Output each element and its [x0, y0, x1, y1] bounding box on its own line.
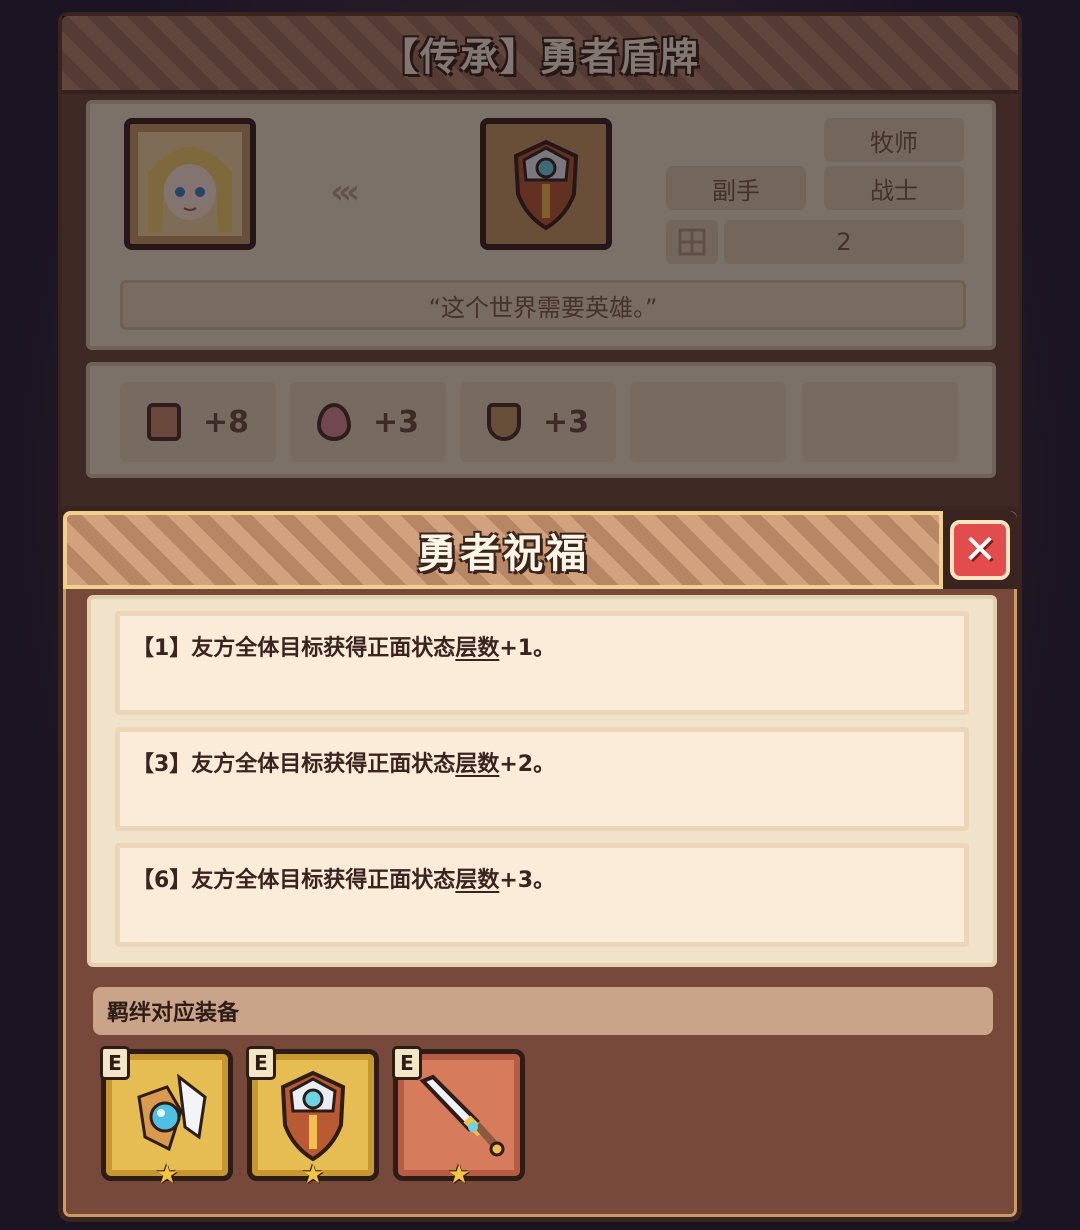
- stat-health-value: +3: [372, 404, 419, 440]
- item-title-banner: 【传承】勇者盾牌: [62, 16, 1018, 94]
- equipment-slot-3[interactable]: E ★: [392, 1046, 525, 1190]
- equipment-slot-1[interactable]: E ★: [100, 1046, 233, 1190]
- class-tag-warrior: 战士: [824, 166, 964, 210]
- star-icon: ★: [447, 1160, 471, 1190]
- heart-icon: [316, 403, 351, 441]
- winged-orb-icon: [137, 1073, 207, 1152]
- close-button[interactable]: ✕: [943, 511, 1017, 589]
- equip-badge: E: [246, 1046, 276, 1080]
- keyword-link[interactable]: 层数: [455, 868, 499, 893]
- shield-icon: [486, 403, 521, 441]
- sword-icon: [419, 1074, 505, 1157]
- stat-empty-slot: [630, 382, 786, 462]
- item-info-area: ‹‹‹ 牧师 副手 战士 2 “这个世界需要英雄。”: [86, 100, 996, 350]
- hero-shield-icon: [513, 139, 579, 231]
- effect-tier-1: 【1】友方全体目标获得正面状态层数+1。: [115, 611, 969, 715]
- class-tag-priest: 牧师: [824, 118, 964, 162]
- item-quote: “这个世界需要英雄。”: [120, 280, 966, 330]
- keyword-link[interactable]: 层数: [455, 752, 499, 777]
- dialog-title-banner: 勇者祝福: [63, 511, 943, 589]
- hero-portrait-icon: [138, 132, 242, 236]
- star-icon: ★: [301, 1160, 325, 1190]
- effect-value: +1。: [499, 636, 556, 661]
- effect-text: 【3】友方全体目标获得正面状态: [132, 752, 456, 777]
- slot-count: 2: [724, 220, 964, 264]
- fist-icon: [146, 403, 181, 441]
- equip-badge: E: [392, 1046, 422, 1080]
- equipment-section-header: 羁绊对应装备: [93, 987, 993, 1035]
- item-stats-row: +8 +3 +3: [86, 362, 996, 478]
- equipment-slot-2[interactable]: E ★: [246, 1046, 379, 1190]
- hero-portrait: [124, 118, 256, 250]
- arrow-decoration-icon: ‹‹‹: [330, 172, 360, 212]
- stat-empty-slot: [802, 382, 958, 462]
- effect-text: 【6】友方全体目标获得正面状态: [132, 868, 456, 893]
- effect-value: +3。: [499, 868, 556, 893]
- equipment-list: E ★ E ★ E ★: [100, 1046, 525, 1190]
- hero-shield-icon: [280, 1070, 346, 1162]
- effects-list: 【1】友方全体目标获得正面状态层数+1。 【3】友方全体目标获得正面状态层数+2…: [87, 595, 997, 967]
- blessing-dialog: 勇者祝福 ✕ 【1】友方全体目标获得正面状态层数+1。 【3】友方全体目标获得正…: [58, 506, 1022, 1222]
- effect-tier-6: 【6】友方全体目标获得正面状态层数+3。: [115, 843, 969, 947]
- close-icon[interactable]: ✕: [950, 520, 1010, 580]
- dialog-title: 勇者祝福: [417, 531, 589, 577]
- keyword-link[interactable]: 层数: [455, 636, 499, 661]
- item-detail-panel: 【传承】勇者盾牌 ‹‹‹ 牧师 副手 战士 2 “这个世界需要英雄。” +8 +…: [58, 12, 1022, 572]
- stat-defense-value: +3: [542, 404, 589, 440]
- stat-attack: +8: [120, 382, 276, 462]
- slot-grid-icon: [666, 220, 718, 264]
- item-portrait: [480, 118, 612, 250]
- effect-text: 【1】友方全体目标获得正面状态: [132, 636, 456, 661]
- effect-value: +2。: [499, 752, 556, 777]
- stat-defense: +3: [460, 382, 616, 462]
- slot-tag-offhand: 副手: [666, 166, 806, 210]
- equip-badge: E: [100, 1046, 130, 1080]
- star-icon: ★: [155, 1160, 179, 1190]
- stat-health: +3: [290, 382, 446, 462]
- stat-attack-value: +8: [202, 404, 249, 440]
- item-title: 【传承】勇者盾牌: [379, 34, 700, 79]
- effect-tier-3: 【3】友方全体目标获得正面状态层数+2。: [115, 727, 969, 831]
